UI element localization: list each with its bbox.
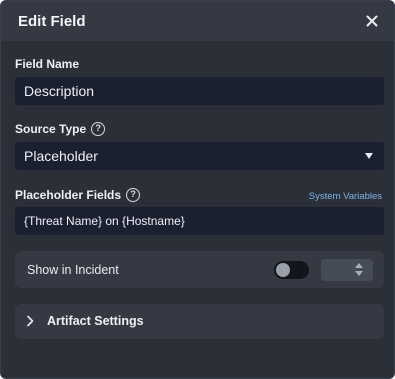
artifact-settings-section[interactable]: Artifact Settings xyxy=(15,304,384,339)
source-type-selected-value: Placeholder xyxy=(24,148,98,164)
field-name-label: Field Name xyxy=(15,57,80,71)
dialog-header: Edit Field xyxy=(1,1,394,41)
help-icon[interactable]: ? xyxy=(126,187,141,202)
source-type-label: Source Type ? xyxy=(15,122,106,136)
placeholder-fields-label-text: Placeholder Fields xyxy=(15,187,122,202)
field-name-label-row: Field Name xyxy=(15,57,382,71)
show-in-incident-toggle[interactable] xyxy=(274,261,309,279)
chevron-right-icon xyxy=(27,315,34,327)
help-icon[interactable]: ? xyxy=(91,122,106,136)
stepper-up-icon[interactable] xyxy=(355,263,363,268)
close-icon xyxy=(366,15,378,27)
stepper-down-icon[interactable] xyxy=(355,271,363,276)
placeholder-fields-input[interactable]: {Threat Name} on {Hostname} xyxy=(15,207,384,235)
edit-field-dialog: Edit Field Field Name Description Source… xyxy=(0,0,395,379)
close-button[interactable] xyxy=(364,13,380,29)
show-in-incident-row: Show in Incident xyxy=(15,251,384,288)
field-name-value: Description xyxy=(24,83,95,99)
placeholder-fields-value: {Threat Name} on {Hostname} xyxy=(24,214,185,228)
system-variables-link[interactable]: System Variables xyxy=(309,191,382,202)
field-name-input[interactable]: Description xyxy=(15,77,384,105)
placeholder-fields-label: Placeholder Fields ? xyxy=(15,187,141,202)
show-in-incident-label: Show in Incident xyxy=(27,263,119,277)
source-type-label-row: Source Type ? xyxy=(15,122,382,136)
dropdown-arrow-icon xyxy=(365,153,373,159)
source-type-label-text: Source Type xyxy=(15,122,87,136)
artifact-settings-label: Artifact Settings xyxy=(47,314,144,328)
incident-stepper[interactable] xyxy=(321,259,373,281)
placeholder-fields-label-row: Placeholder Fields ? System Variables xyxy=(15,187,382,202)
toggle-knob xyxy=(276,263,290,277)
source-type-select[interactable]: Placeholder xyxy=(15,142,384,170)
dialog-title: Edit Field xyxy=(18,12,86,30)
